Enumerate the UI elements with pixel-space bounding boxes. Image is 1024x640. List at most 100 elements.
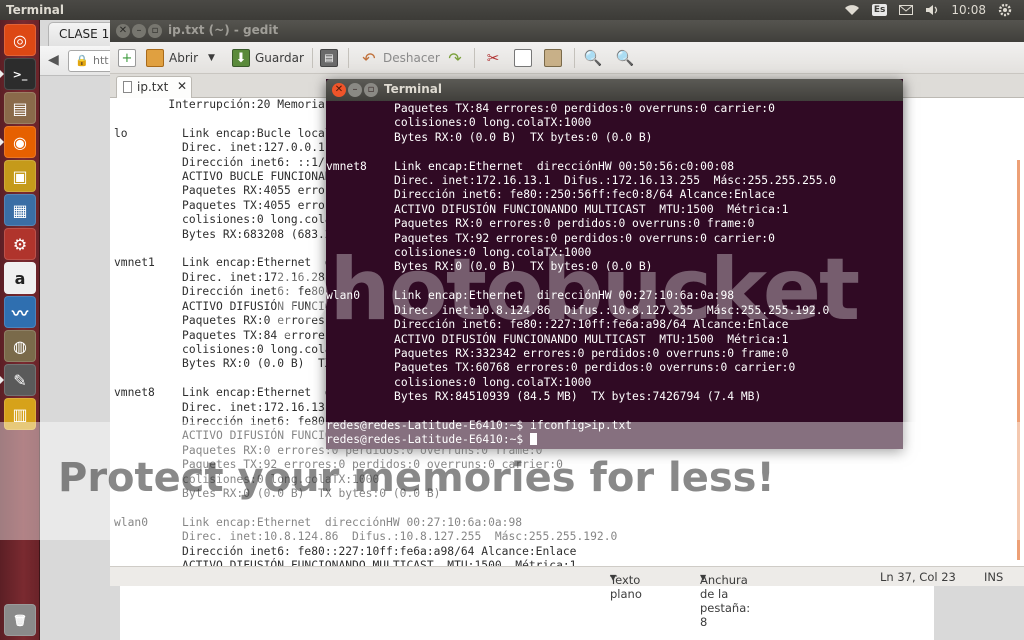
terminal-maximize-button[interactable]: ▫ <box>364 83 378 97</box>
open-dropdown-button[interactable]: ▼ <box>208 47 215 69</box>
url-text: htt <box>93 54 109 67</box>
clipboard-icon <box>544 49 562 67</box>
tab-width-label: Anchura de la pestaña: 8 <box>700 573 751 629</box>
terminal-text: Paquetes TX:84 errores:0 perdidos:0 over… <box>326 102 836 448</box>
launcher-system-monitor-icon[interactable]: 〰 <box>4 296 36 328</box>
gedit-titlebar[interactable]: ✕ – ▫ ip.txt (~) - gedit <box>110 20 1024 42</box>
top-panel: Terminal Es 10:08 <box>0 0 1024 20</box>
paste-button[interactable] <box>544 47 567 69</box>
tab-close-icon[interactable]: ✕ <box>177 79 187 93</box>
text-line: redes@redes-Latitude-E6410:~$ <box>326 433 836 447</box>
chevron-down-icon: ▼ <box>610 573 617 582</box>
terminal-minimize-button[interactable]: – <box>348 83 362 97</box>
launcher-text-editor-icon[interactable]: ✎ <box>4 364 36 396</box>
gedit-statusbar: Texto plano ▼ Anchura de la pestaña: 8 ▼… <box>110 566 1024 629</box>
tab-label: ip.txt <box>137 80 169 94</box>
launcher-archive-icon[interactable]: ▥ <box>4 398 36 430</box>
toolbar-separator <box>574 48 575 68</box>
text-line: Paquetes RX:332342 errores:0 perdidos:0 … <box>326 346 789 360</box>
open-button[interactable]: Abrir <box>146 47 198 69</box>
cut-button[interactable]: ✂ <box>484 47 507 69</box>
undo-arrow-icon: ↶ <box>362 48 376 68</box>
text-line: Paquetes TX:92 errores:0 perdidos:0 over… <box>326 231 775 245</box>
running-indicator <box>0 70 4 78</box>
gedit-toolbar: + Abrir ▼ ⬇ Guardar ▤ ↶ Deshacer ↷ ✂ 🔍 🔍 <box>110 42 1024 74</box>
text-line: colisiones:0 long.colaTX:1000 <box>114 472 380 486</box>
launcher-screenshot-icon[interactable]: ◍ <box>4 330 36 362</box>
undo-button[interactable]: ↶ Deshacer <box>360 47 440 69</box>
gedit-close-button[interactable]: ✕ <box>116 24 130 38</box>
clock[interactable]: 10:08 <box>951 3 986 17</box>
keyboard-layout-indicator[interactable]: Es <box>871 4 888 16</box>
gedit-maximize-button[interactable]: ▫ <box>148 24 162 38</box>
gedit-title: ip.txt (~) - gedit <box>168 23 279 37</box>
window-edge-accent <box>1017 160 1020 560</box>
launcher-trash-icon[interactable]: 🗑 <box>4 604 36 636</box>
text-line: ACTIVO DIFUSIÓN FUNCIONANDO MULTICAST MT… <box>326 202 789 216</box>
terminal-output[interactable]: Paquetes TX:84 errores:0 perdidos:0 over… <box>326 101 903 449</box>
text-line: ACTIVO DIFUSIÓN FUNCIONANDO MULTICAST MT… <box>114 559 577 566</box>
running-indicator <box>0 138 4 146</box>
mail-icon[interactable] <box>899 5 914 15</box>
print-button[interactable]: ▤ <box>320 47 343 69</box>
active-app-title: Terminal <box>6 3 65 17</box>
launcher-files-icon[interactable]: ▤ <box>4 92 36 124</box>
terminal-title: Terminal <box>384 82 443 96</box>
text-line: Paquetes RX:0 errores:0 perdidos:0 overr… <box>326 217 755 231</box>
open-button-label: Abrir <box>169 51 199 65</box>
terminal-titlebar[interactable]: ✕ – ▫ Terminal <box>326 79 903 101</box>
text-line: Bytes RX:0 (0.0 B) TX bytes:0 (0.0 B) <box>114 486 441 500</box>
text-line: Direc. inet:10.8.124.86 Difus.:10.8.127.… <box>114 530 618 544</box>
launcher-amazon-icon[interactable]: a <box>4 262 36 294</box>
browser-tab-label: CLASE 12 <box>59 27 117 41</box>
text-line: Paquetes TX:92 errores:0 perdidos:0 over… <box>114 458 563 472</box>
search-button[interactable]: 🔍 <box>584 47 607 69</box>
save-icon: ⬇ <box>232 49 250 67</box>
text-line: Bytes RX:84510939 (84.5 MB) TX bytes:742… <box>326 390 762 404</box>
back-arrow-icon[interactable]: ◀ <box>48 52 59 68</box>
launcher-vmware-icon[interactable]: ▣ <box>4 160 36 192</box>
gear-icon[interactable] <box>998 3 1012 17</box>
gedit-minimize-button[interactable]: – <box>132 24 146 38</box>
keyboard-layout-label: Es <box>871 4 888 16</box>
tab-ip-txt[interactable]: ip.txt ✕ <box>116 76 192 98</box>
new-document-icon: + <box>118 49 136 67</box>
chevron-down-icon: ▼ <box>700 573 707 582</box>
text-line: colisiones:0 long.colaTX:1000 <box>326 116 592 130</box>
terminal-cursor <box>530 433 538 446</box>
search-icon: 🔍 <box>583 49 603 67</box>
new-document-button[interactable]: + <box>118 47 141 69</box>
launcher-dash-icon[interactable]: ◎ <box>4 24 36 56</box>
terminal-window[interactable]: ✕ – ▫ Terminal Paquetes TX:84 errores:0 … <box>326 79 903 449</box>
toolbar-separator <box>312 48 313 68</box>
volume-icon[interactable] <box>925 4 939 16</box>
copy-button[interactable] <box>514 47 537 69</box>
wifi-icon[interactable] <box>844 4 860 16</box>
replace-button[interactable]: 🔍 <box>616 47 639 69</box>
folder-icon <box>146 49 164 67</box>
text-line: Bytes RX:0 (0.0 B) TX bytes:0 (0.0 B) <box>326 260 653 274</box>
undo-button-label: Deshacer <box>383 51 440 65</box>
save-button[interactable]: ⬇ Guardar <box>232 47 304 69</box>
browser-page <box>120 580 934 640</box>
launcher-network-icon[interactable]: ▦ <box>4 194 36 226</box>
search-replace-icon: 🔍 <box>615 49 635 67</box>
terminal-close-button[interactable]: ✕ <box>332 83 346 97</box>
text-line: Dirección inet6: fe80::227:10ff:fe6a:a98… <box>326 318 789 332</box>
text-line: vmnet8 Link encap:Ethernet direcciónHW 0… <box>326 159 735 173</box>
launcher-terminal-icon[interactable]: >_ <box>4 58 36 90</box>
text-line: Direc. inet:10.8.124.86 Difus.:10.8.127.… <box>326 303 830 317</box>
text-line: Direc. inet:172.16.13.1 Difus.:172.16.13… <box>326 174 837 188</box>
redo-arrow-icon: ↷ <box>448 48 462 68</box>
toolbar-separator <box>474 48 475 68</box>
redo-button[interactable]: ↷ <box>446 47 469 69</box>
cursor-position: Ln 37, Col 23 <box>880 570 956 584</box>
text-line <box>326 145 836 159</box>
launcher-settings-icon[interactable]: ⚙ <box>4 228 36 260</box>
launcher-firefox-icon[interactable]: ◉ <box>4 126 36 158</box>
printer-icon: ▤ <box>320 49 338 67</box>
text-line: Dirección inet6: fe80::227:10ff:fe6a:a98… <box>114 544 577 558</box>
text-line: colisiones:0 long.colaTX:1000 <box>326 246 592 260</box>
lock-icon: 🔒 <box>75 54 89 67</box>
text-line: Bytes RX:0 (0.0 B) TX bytes:0 (0.0 B) <box>326 130 653 144</box>
